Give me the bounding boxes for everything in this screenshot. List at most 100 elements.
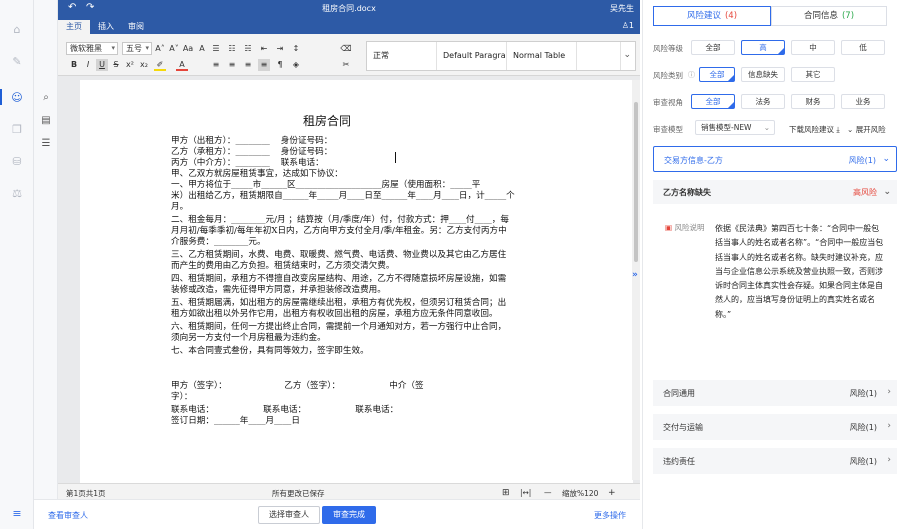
numbered-list-icon[interactable]: ☷ [226,43,238,55]
bold-icon[interactable]: B [68,59,80,71]
view-business-chip[interactable]: 业务 [841,94,885,109]
bottom-action-bar: 查看审查人 选择审查人 审查完成 更多操作 [34,499,640,529]
align-center-icon[interactable]: ≡ [226,59,238,71]
fit-page-icon[interactable]: ⊞ [502,488,510,498]
tab-risk-suggestions[interactable]: 风险建议 (4) [653,6,771,26]
tab-contract-info[interactable]: 合同信息 (7) [771,6,887,26]
select-reviewer-button[interactable]: 选择审查人 [258,506,320,524]
bullet-list-icon[interactable]: ☰ [210,43,222,55]
sort-icon[interactable]: ↕ [290,43,302,55]
level-medium-chip[interactable]: 中 [791,40,835,55]
collaborator-count[interactable]: ♙1 [622,21,634,30]
section-title: 合同通用 [663,389,695,398]
section-contract-general[interactable]: 合同通用 风险(1) › [653,380,897,406]
italic-icon[interactable]: I [82,59,94,71]
eraser-icon[interactable]: ⌫ [340,43,352,55]
ribbon-tabs: 主页 插入 审阅 ♙1 [58,18,640,34]
risk-item-header[interactable]: 乙方名称缺失 高风险 ⌄ [653,180,897,204]
zoom-out-icon[interactable]: — [544,488,552,497]
style-default-paragraph[interactable]: Default Paragra [437,42,507,70]
strikethrough-icon[interactable]: S [110,59,122,71]
format-painter-icon[interactable]: ✂ [340,59,352,71]
home-icon[interactable]: ⌂ [0,18,34,40]
zoom-in-icon[interactable]: + [608,488,616,498]
edit-icon[interactable]: ✎ [0,50,34,72]
view-finance-chip[interactable]: 财务 [791,94,835,109]
section-party-b[interactable]: 交易方信息-乙方 风险(1) ⌄ [653,146,897,172]
info-icon[interactable]: ⓘ [688,70,695,80]
style-gallery: 正常 Default Paragra Normal Table ⌄ [366,41,636,71]
chevron-down-icon: ▾ [111,44,115,52]
risk-review-panel: 风险建议 (4) 合同信息 (7) 风险等级 全部 高 中 低 风险类别 ⓘ 全部 … [642,0,900,529]
search-icon[interactable]: ⌕ [34,88,58,106]
comment-icon[interactable]: ▤ [34,111,58,129]
view-legal-chip[interactable]: 法务 [741,94,785,109]
download-suggestions-button[interactable]: 下载风险建议 ⤓ [789,124,840,135]
expand-panel-icon[interactable]: » [632,270,642,284]
review-model-select[interactable]: 销售模型-NEW ⌄ [695,120,775,135]
zoom-level[interactable]: 缩放%120 [562,488,598,499]
font-grow-icon[interactable]: A˄ [154,43,166,55]
page-count: 第1页共1页 [66,489,106,498]
more-actions-link[interactable]: 更多操作 [594,510,626,521]
expand-all-label: 展开风险 [855,125,886,134]
outdent-icon[interactable]: ⇤ [258,43,270,55]
menu-icon[interactable]: ≡ [0,502,34,524]
finish-review-button[interactable]: 审查完成 [322,506,376,524]
underline-icon[interactable]: U [96,59,108,71]
level-high-chip[interactable]: 高 [741,40,785,55]
style-normal-table[interactable]: Normal Table [507,42,577,70]
chevron-down-icon[interactable]: ⌄ [623,50,631,60]
align-left-icon[interactable]: ≡ [210,59,222,71]
chevron-down-icon: ⌄ [882,154,890,164]
paragraph-icon[interactable]: ¶ [274,59,286,71]
section-breach[interactable]: 违约责任 风险(1) › [653,448,897,474]
view-reviewers-link[interactable]: 查看审查人 [48,510,88,521]
level-low-chip[interactable]: 低 [841,40,885,55]
section-title: 违约责任 [663,457,695,466]
expand-all-button[interactable]: ⌄ 展开风险 [847,124,886,135]
chevron-right-icon: › [887,421,891,431]
highlight-icon[interactable]: ✐ [154,59,166,71]
align-right-icon[interactable]: ≡ [242,59,254,71]
multilevel-list-icon[interactable]: ☵ [242,43,254,55]
subscript-icon[interactable]: x₂ [138,59,150,71]
font-family-select[interactable]: 微软雅黑 ▾ [66,42,118,55]
clear-format-icon[interactable]: A [196,43,208,55]
stamp-icon[interactable]: ⛁ [0,150,34,172]
indent-icon[interactable]: ⇥ [274,43,286,55]
fit-width-icon[interactable]: |↔| [520,488,531,497]
copy-icon[interactable]: ❐ [0,118,34,140]
document-line: 装修或改造，需先征得甲方同意，并承担装修改造费用。 [171,285,386,295]
font-case-icon[interactable]: Aa [182,43,194,55]
style-normal[interactable]: 正常 [367,42,437,70]
balance-icon[interactable]: ⚖ [0,182,34,204]
risk-level-label: 风险等级 [653,44,683,53]
superscript-icon[interactable]: x² [124,59,136,71]
review-view-label: 审查视角 [653,98,683,107]
tab-home[interactable]: 主页 [58,20,90,34]
level-all-chip[interactable]: 全部 [691,40,735,55]
document-line: 乙方（承租方）：________ 身份证号码： [171,147,333,157]
view-all-chip[interactable]: 全部 [691,94,735,109]
tab-info-label: 合同信息 [803,11,838,21]
tab-review[interactable]: 审阅 [120,20,152,34]
font-size-select[interactable]: 五号 ▾ [122,42,152,55]
editor-title-bar: ↶ ↷ 租房合同.docx 吴先生 [58,0,640,18]
scrollbar-thumb[interactable] [634,102,638,262]
style-empty-slot[interactable] [577,42,621,70]
current-user: 吴先生 [610,4,634,13]
status-bar: 第1页共1页 所有更改已保存 ⊞ |↔| — 缩放%120 + [58,483,640,499]
shading-icon[interactable]: ◈ [290,59,302,71]
type-missing-chip[interactable]: 信息缺失 [741,67,785,82]
type-all-chip[interactable]: 全部 [699,67,735,82]
people-icon[interactable]: ☺ [0,86,34,108]
tab-insert[interactable]: 插入 [90,20,122,34]
document-page[interactable]: 租房合同 甲方（出租方）：________ 身份证号码： 乙方（承租方）：____… [87,84,627,483]
align-justify-icon[interactable]: ≡ [258,59,270,71]
font-color-icon[interactable]: A [176,59,188,71]
outline-icon[interactable]: ☰ [34,134,58,152]
font-shrink-icon[interactable]: A˅ [168,43,180,55]
type-other-chip[interactable]: 其它 [791,67,835,82]
section-delivery[interactable]: 交付与运输 风险(1) › [653,414,897,440]
